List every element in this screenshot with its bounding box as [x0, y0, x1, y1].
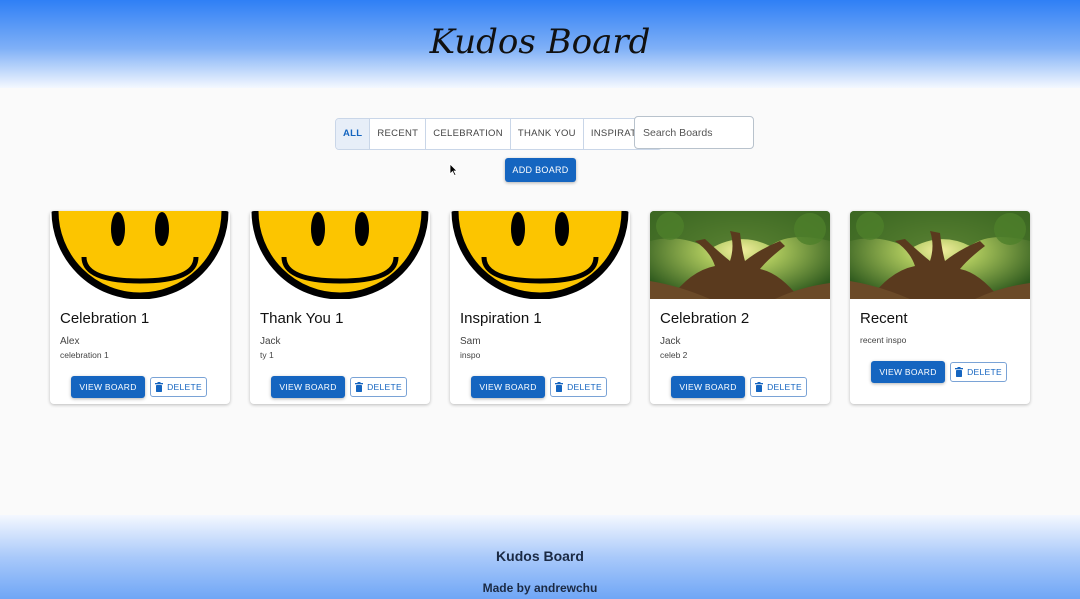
footer-credit: Made by andrewchu — [482, 581, 598, 595]
page-title: Kudos Board — [429, 22, 651, 62]
card-author: Jack — [660, 336, 681, 347]
card-title: Recent — [860, 310, 908, 327]
add-board-button[interactable]: ADD BOARD — [505, 158, 576, 182]
trash-icon — [955, 367, 964, 377]
tab-all[interactable]: ALL — [336, 119, 371, 149]
header: Kudos Board — [0, 0, 1080, 88]
tab-celebration[interactable]: CELEBRATION — [426, 119, 511, 149]
smiley-face-image — [450, 211, 630, 299]
search-input[interactable] — [634, 116, 754, 149]
trash-icon — [755, 382, 764, 392]
card-description: celeb 2 — [660, 350, 688, 360]
footer-title: Kudos Board — [496, 548, 584, 564]
card-title: Celebration 1 — [60, 310, 150, 327]
delete-button[interactable]: DELETE — [950, 362, 1007, 382]
trash-icon — [155, 382, 164, 392]
delete-label: DELETE — [367, 382, 402, 392]
delete-label: DELETE — [767, 382, 802, 392]
board-card: Thank You 1 Jack ty 1 VIEW BOARD DELETE — [250, 211, 430, 404]
card-title: Celebration 2 — [660, 310, 750, 327]
delete-label: DELETE — [167, 382, 202, 392]
card-description: recent inspo — [860, 335, 907, 345]
view-board-button[interactable]: VIEW BOARD — [671, 376, 745, 398]
card-title: Inspiration 1 — [460, 310, 542, 327]
view-board-button[interactable]: VIEW BOARD — [871, 361, 945, 383]
card-description: inspo — [460, 350, 481, 360]
card-author: Alex — [60, 336, 80, 347]
board-card: Recent recent inspo VIEW BOARD DELETE — [850, 211, 1030, 404]
view-board-button[interactable]: VIEW BOARD — [71, 376, 145, 398]
tree-photo-image — [650, 211, 830, 299]
delete-button[interactable]: DELETE — [750, 377, 807, 397]
smiley-face-image — [250, 211, 430, 299]
footer: Kudos Board Made by andrewchu — [0, 515, 1080, 599]
view-board-button[interactable]: VIEW BOARD — [471, 376, 545, 398]
tab-recent[interactable]: RECENT — [370, 119, 427, 149]
board-card: Inspiration 1 Sam inspo VIEW BOARD DELET… — [450, 211, 630, 404]
smiley-face-image — [50, 211, 230, 299]
trash-icon — [355, 382, 364, 392]
card-author: Sam — [460, 336, 481, 347]
card-author: Jack — [260, 336, 281, 347]
delete-button[interactable]: DELETE — [350, 377, 407, 397]
delete-label: DELETE — [567, 382, 602, 392]
filter-tabs: ALL RECENT CELEBRATION THANK YOU INSPIRA… — [335, 118, 663, 150]
delete-label: DELETE — [967, 367, 1002, 377]
tree-photo-image — [850, 211, 1030, 299]
board-card: Celebration 2 Jack celeb 2 VIEW BOARD DE… — [650, 211, 830, 404]
view-board-button[interactable]: VIEW BOARD — [271, 376, 345, 398]
tab-thank-you[interactable]: THANK YOU — [511, 119, 584, 149]
card-description: ty 1 — [260, 350, 274, 360]
mouse-cursor-icon — [449, 163, 458, 176]
card-title: Thank You 1 — [260, 310, 344, 327]
card-description: celebration 1 — [60, 350, 109, 360]
delete-button[interactable]: DELETE — [550, 377, 607, 397]
delete-button[interactable]: DELETE — [150, 377, 207, 397]
trash-icon — [555, 382, 564, 392]
board-card: Celebration 1 Alex celebration 1 VIEW BO… — [50, 211, 230, 404]
